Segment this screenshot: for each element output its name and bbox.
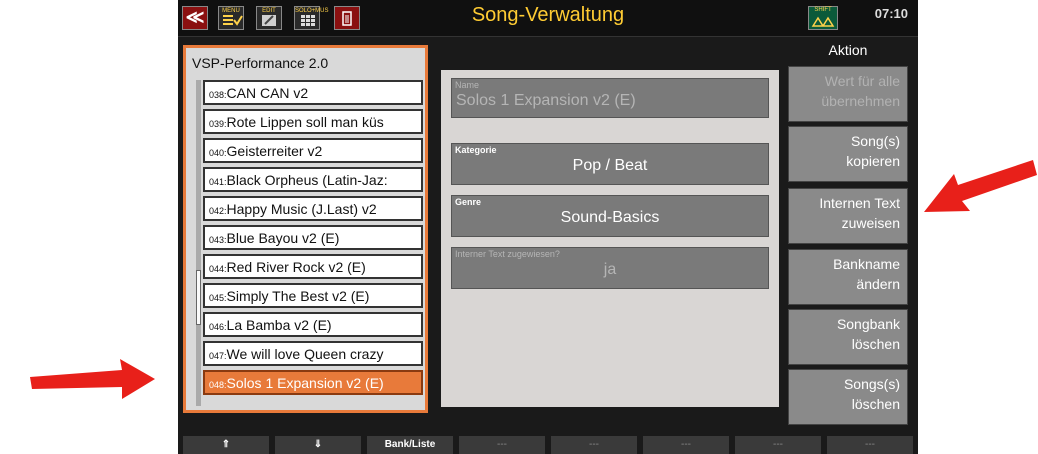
scrollbar-track[interactable] — [196, 80, 201, 406]
bank-liste-button[interactable]: Bank/Liste — [367, 436, 453, 454]
song-number: 042: — [209, 206, 227, 216]
scroll-up-button[interactable]: ⇑ — [183, 436, 269, 454]
song-number: 046: — [209, 322, 227, 332]
kategorie-field-label: Kategorie — [455, 145, 497, 155]
song-number: 040: — [209, 148, 227, 158]
empty-button-4: --- — [459, 436, 545, 454]
songbank-loeschen-button[interactable]: Songbank löschen — [788, 309, 908, 365]
song-number: 041: — [209, 177, 227, 187]
empty-button-7: --- — [735, 436, 821, 454]
song-name: Black Orpheus (Latin-Jaz: — [226, 172, 388, 188]
song-number: 039: — [209, 119, 227, 129]
name-field-value: Solos 1 Expansion v2 (E) — [456, 92, 636, 109]
song-name: Rote Lippen soll man küs — [226, 114, 384, 130]
name-field: Name Solos 1 Expansion v2 (E) — [451, 78, 769, 118]
shift-button[interactable]: SHIFT — [808, 6, 838, 30]
empty-button-5: --- — [551, 436, 637, 454]
double-chevron-up-icon: ⇑ — [221, 439, 231, 450]
song-number: 047: — [209, 351, 227, 361]
song-list: 038:CAN CAN v2 039:Rote Lippen soll man k… — [203, 80, 423, 399]
genre-field-value: Sound-Basics — [560, 209, 660, 226]
song-row[interactable]: 040:Geisterreiter v2 — [203, 138, 423, 163]
songs-loeschen-button[interactable]: Songs(s) löschen — [788, 369, 908, 425]
bankname-aendern-button[interactable]: Bankname ändern — [788, 249, 908, 305]
song-details-panel: Name Solos 1 Expansion v2 (E) Kategorie … — [441, 70, 779, 407]
song-number: 044: — [209, 264, 227, 274]
red-arrow-left-icon — [30, 359, 155, 399]
genre-field[interactable]: Genre Sound-Basics — [451, 195, 769, 237]
song-name: Geisterreiter v2 — [226, 143, 323, 159]
genre-field-label: Genre — [455, 197, 482, 207]
song-row[interactable]: 042:Happy Music (J.Last) v2 — [203, 196, 423, 221]
song-number: 038: — [209, 90, 227, 100]
song-row[interactable]: 043:Blue Bayou v2 (E) — [203, 225, 423, 250]
bank-title: VSP-Performance 2.0 — [192, 55, 329, 71]
songs-kopieren-button[interactable]: Song(s) kopieren — [788, 126, 908, 182]
bottom-bar: ⇑ ⇓ Bank/Liste --- --- --- --- --- — [178, 436, 918, 454]
kategorie-field-value: Pop / Beat — [572, 157, 648, 174]
song-name: Happy Music (J.Last) v2 — [226, 201, 377, 217]
song-name: CAN CAN v2 — [226, 85, 309, 101]
song-name: La Bamba v2 (E) — [226, 317, 332, 333]
song-name: Solos 1 Expansion v2 (E) — [226, 375, 384, 391]
kategorie-field[interactable]: Kategorie Pop / Beat — [451, 143, 769, 185]
name-field-label: Name — [455, 80, 480, 90]
interner-text-field: Interner Text zugewiesen? ja — [451, 247, 769, 289]
shift-icon — [811, 16, 835, 27]
song-row[interactable]: 045:Simply The Best v2 (E) — [203, 283, 423, 308]
song-number: 048: — [209, 380, 227, 390]
song-row[interactable]: 044:Red River Rock v2 (E) — [203, 254, 423, 279]
interner-text-field-label: Interner Text zugewiesen? — [455, 249, 560, 259]
song-name: Blue Bayou v2 (E) — [226, 230, 340, 246]
wert-fuer-alle-button[interactable]: Wert für alle übernehmen — [788, 66, 908, 122]
song-row[interactable]: 038:CAN CAN v2 — [203, 80, 423, 105]
interner-text-field-value: ja — [603, 261, 617, 278]
scrollbar-thumb[interactable] — [196, 270, 201, 325]
song-row[interactable]: 039:Rote Lippen soll man küs — [203, 109, 423, 134]
song-name: We will love Queen crazy — [226, 346, 384, 362]
empty-button-8: --- — [827, 436, 913, 454]
song-row[interactable]: 048:Solos 1 Expansion v2 (E) — [203, 370, 423, 395]
song-row[interactable]: 046:La Bamba v2 (E) — [203, 312, 423, 337]
internen-text-zuweisen-button[interactable]: Internen Text zuweisen — [788, 188, 908, 244]
empty-button-6: --- — [643, 436, 729, 454]
scroll-down-button[interactable]: ⇓ — [275, 436, 361, 454]
song-name: Simply The Best v2 (E) — [226, 288, 370, 304]
clock: 07:10 — [874, 6, 908, 21]
song-number: 043: — [209, 235, 227, 245]
song-row[interactable]: 047:We will love Queen crazy — [203, 341, 423, 366]
red-arrow-right-icon — [924, 160, 1037, 212]
song-manager-screen: ≪ MENU EDIT SOLO+MUS Song-Verwaltung SHI… — [178, 0, 918, 454]
page-title: Song-Verwaltung — [471, 4, 625, 26]
top-bar: ≪ MENU EDIT SOLO+MUS Song-Verwaltung SHI… — [178, 0, 918, 37]
song-list-panel: VSP-Performance 2.0 038:CAN CAN v2 039:Ro… — [183, 45, 428, 413]
aktion-heading: Aktion — [828, 42, 868, 58]
song-row[interactable]: 041:Black Orpheus (Latin-Jaz: — [203, 167, 423, 192]
song-name: Red River Rock v2 (E) — [226, 259, 366, 275]
song-number: 045: — [209, 293, 227, 303]
double-chevron-down-icon: ⇓ — [313, 439, 323, 450]
